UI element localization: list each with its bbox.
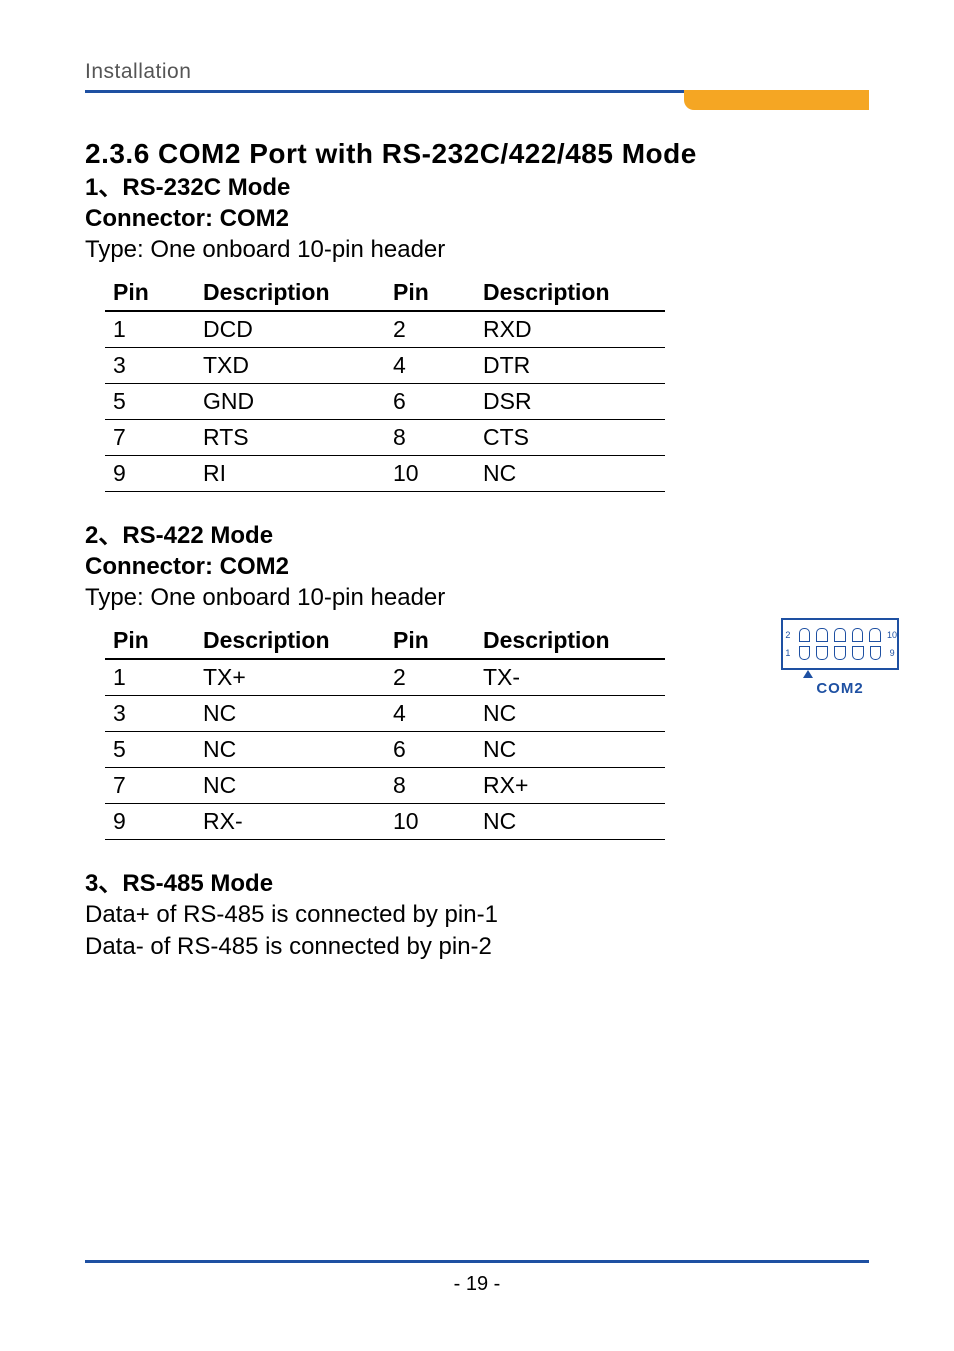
table-row: 5GND6DSR [105,383,665,419]
col-pin: Pin [385,275,475,311]
col-description: Description [195,275,385,311]
pin-icon [852,628,864,642]
pin-header-icon: 2 10 1 9 [781,618,899,670]
col-description: Description [475,623,665,659]
mode3-block: 3、RS-485 Mode Data+ of RS-485 is connect… [85,868,869,964]
mode2-block: 2、RS-422 Mode Connector: COM2 Type: One … [85,520,869,840]
mode2-table: Pin Description Pin Description 1TX+2TX-… [105,623,665,840]
mode3-line2: Data- of RS-485 is connected by pin-2 [85,931,869,963]
col-pin: Pin [385,623,475,659]
table-row: 1DCD2RXD [105,311,665,348]
pin-icon [869,628,881,642]
col-description: Description [195,623,385,659]
mode3-title: 3、RS-485 Mode [85,868,869,899]
pin-icon [799,646,811,660]
page-footer: - 19 - [85,1260,869,1296]
mode1-block: 1、RS-232C Mode Connector: COM2 Type: One… [85,172,869,492]
connector-diagram: 2 10 1 9 COM2 [781,618,899,697]
header-rule [85,90,869,93]
mode2-type: Type: One onboard 10-pin header [85,582,869,614]
table-row: 3NC4NC [105,695,665,731]
mode1-connector: Connector: COM2 [85,203,869,234]
mode1-type: Type: One onboard 10-pin header [85,234,869,266]
table-row: 9RX-10NC [105,803,665,839]
table-row: 3TXD4DTR [105,347,665,383]
table-row: 9RI10NC [105,455,665,491]
pin-num-bottom-left: 1 [783,648,793,658]
diagram-label: COM2 [781,680,899,697]
pin-icon [816,628,828,642]
table-header-row: Pin Description Pin Description [105,275,665,311]
pin-num-bottom-right: 9 [887,648,897,658]
footer-rule [85,1260,869,1263]
pin-num-top-left: 2 [783,630,793,640]
pin-icon [834,646,846,660]
col-pin: Pin [105,275,195,311]
table-row: 7NC8RX+ [105,767,665,803]
mode1-title: 1、RS-232C Mode [85,172,869,203]
table-row: 1TX+2TX- [105,659,665,696]
section-heading: 2.3.6 COM2 Port with RS-232C/422/485 Mod… [85,138,869,170]
col-pin: Pin [105,623,195,659]
mode1-table: Pin Description Pin Description 1DCD2RXD… [105,275,665,492]
table-row: 7RTS8CTS [105,419,665,455]
pin-icon [799,628,811,642]
pin-icon [870,646,882,660]
table-header-row: Pin Description Pin Description [105,623,665,659]
table-row: 5NC6NC [105,731,665,767]
mode3-line1: Data+ of RS-485 is connected by pin-1 [85,899,869,931]
page-number: - 19 - [85,1273,869,1296]
arrow-up-icon [803,670,813,678]
header-section-label: Installation [85,60,869,84]
pin-icon [834,628,846,642]
col-description: Description [475,275,665,311]
mode2-connector: Connector: COM2 [85,551,869,582]
pin-icon [852,646,864,660]
mode2-title: 2、RS-422 Mode [85,520,869,551]
pin-icon [816,646,828,660]
pin-num-top-right: 10 [887,630,897,640]
